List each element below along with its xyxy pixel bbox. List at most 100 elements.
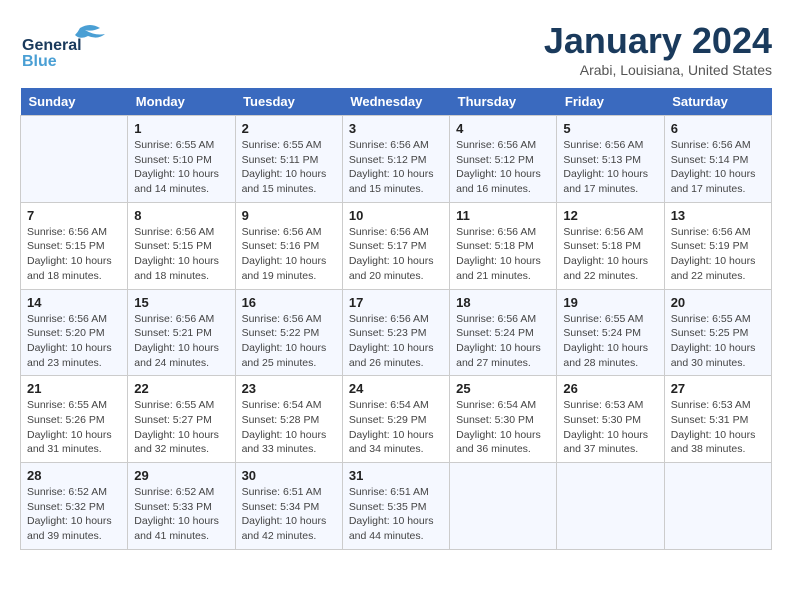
day-info: Sunrise: 6:56 AMSunset: 5:17 PMDaylight:…: [349, 225, 443, 284]
day-cell: 2 Sunrise: 6:55 AMSunset: 5:11 PMDaylight…: [235, 116, 342, 203]
day-info: Sunrise: 6:56 AMSunset: 5:24 PMDaylight:…: [456, 312, 550, 371]
day-cell: 1 Sunrise: 6:55 AMSunset: 5:10 PMDaylight…: [128, 116, 235, 203]
calendar-table: SundayMondayTuesdayWednesdayThursdayFrid…: [20, 88, 772, 550]
day-cell: 14 Sunrise: 6:56 AMSunset: 5:20 PMDayligh…: [21, 289, 128, 376]
day-number: 20: [671, 295, 765, 310]
day-cell: 22Sunrise: 6:55 AMSunset: 5:27 PMDayligh…: [128, 376, 235, 463]
day-cell: 17 Sunrise: 6:56 AMSunset: 5:23 PMDayligh…: [342, 289, 449, 376]
day-number: 2: [242, 121, 336, 136]
header-sunday: Sunday: [21, 88, 128, 116]
week-row-2: 14 Sunrise: 6:56 AMSunset: 5:20 PMDayligh…: [21, 289, 772, 376]
header: General Blue January 2024 Arabi, Louisia…: [20, 20, 772, 78]
header-saturday: Saturday: [664, 88, 771, 116]
day-number: 9: [242, 208, 336, 223]
day-cell: 5 Sunrise: 6:56 AMSunset: 5:13 PMDaylight…: [557, 116, 664, 203]
day-number: 7: [27, 208, 121, 223]
day-cell: 6Sunrise: 6:56 AMSunset: 5:14 PMDaylight…: [664, 116, 771, 203]
day-cell: 11 Sunrise: 6:56 AMSunset: 5:18 PMDayligh…: [450, 202, 557, 289]
day-cell: 4 Sunrise: 6:56 AMSunset: 5:12 PMDaylight…: [450, 116, 557, 203]
day-number: 26: [563, 381, 657, 396]
day-info: Sunrise: 6:56 AMSunset: 5:21 PMDaylight:…: [134, 312, 228, 371]
day-cell: 20 Sunrise: 6:55 AMSunset: 5:25 PMDayligh…: [664, 289, 771, 376]
day-cell: 15 Sunrise: 6:56 AMSunset: 5:21 PMDayligh…: [128, 289, 235, 376]
day-number: 11: [456, 208, 550, 223]
day-number: 24: [349, 381, 443, 396]
day-info: Sunrise: 6:55 AMSunset: 5:26 PMDaylight:…: [27, 398, 121, 457]
day-cell: 9Sunrise: 6:56 AMSunset: 5:16 PMDaylight…: [235, 202, 342, 289]
day-number: 8: [134, 208, 228, 223]
day-number: 15: [134, 295, 228, 310]
svg-text:General: General: [22, 37, 82, 54]
day-cell: 31 Sunrise: 6:51 AMSunset: 5:35 PMDayligh…: [342, 463, 449, 550]
header-friday: Friday: [557, 88, 664, 116]
day-cell: 16Sunrise: 6:56 AMSunset: 5:22 PMDayligh…: [235, 289, 342, 376]
week-row-4: 28 Sunrise: 6:52 AMSunset: 5:32 PMDayligh…: [21, 463, 772, 550]
day-info: Sunrise: 6:55 AMSunset: 5:25 PMDaylight:…: [671, 312, 765, 371]
day-cell: 3Sunrise: 6:56 AMSunset: 5:12 PMDaylight…: [342, 116, 449, 203]
day-number: 10: [349, 208, 443, 223]
day-cell: [557, 463, 664, 550]
day-number: 18: [456, 295, 550, 310]
day-info: Sunrise: 6:52 AMSunset: 5:33 PMDaylight:…: [134, 485, 228, 544]
day-info: Sunrise: 6:56 AMSunset: 5:15 PMDaylight:…: [27, 225, 121, 284]
title-section: January 2024 Arabi, Louisiana, United St…: [544, 20, 772, 78]
logo-svg: General Blue: [20, 20, 120, 70]
header-wednesday: Wednesday: [342, 88, 449, 116]
day-number: 1: [134, 121, 228, 136]
day-number: 31: [349, 468, 443, 483]
day-number: 14: [27, 295, 121, 310]
day-number: 12: [563, 208, 657, 223]
day-info: Sunrise: 6:53 AMSunset: 5:30 PMDaylight:…: [563, 398, 657, 457]
day-cell: 25 Sunrise: 6:54 AMSunset: 5:30 PMDayligh…: [450, 376, 557, 463]
day-number: 5: [563, 121, 657, 136]
header-thursday: Thursday: [450, 88, 557, 116]
day-info: Sunrise: 6:56 AMSunset: 5:18 PMDaylight:…: [563, 225, 657, 284]
day-number: 23: [242, 381, 336, 396]
week-row-0: 1 Sunrise: 6:55 AMSunset: 5:10 PMDaylight…: [21, 116, 772, 203]
day-info: Sunrise: 6:55 AMSunset: 5:11 PMDaylight:…: [242, 138, 336, 197]
day-info: Sunrise: 6:56 AMSunset: 5:12 PMDaylight:…: [456, 138, 550, 197]
day-cell: [450, 463, 557, 550]
day-info: Sunrise: 6:55 AMSunset: 5:27 PMDaylight:…: [134, 398, 228, 457]
day-info: Sunrise: 6:56 AMSunset: 5:20 PMDaylight:…: [27, 312, 121, 371]
day-number: 27: [671, 381, 765, 396]
day-cell: 19Sunrise: 6:55 AMSunset: 5:24 PMDayligh…: [557, 289, 664, 376]
day-cell: 7 Sunrise: 6:56 AMSunset: 5:15 PMDaylight…: [21, 202, 128, 289]
day-info: Sunrise: 6:56 AMSunset: 5:23 PMDaylight:…: [349, 312, 443, 371]
day-cell: 8 Sunrise: 6:56 AMSunset: 5:15 PMDaylight…: [128, 202, 235, 289]
day-number: 21: [27, 381, 121, 396]
day-number: 13: [671, 208, 765, 223]
day-info: Sunrise: 6:56 AMSunset: 5:19 PMDaylight:…: [671, 225, 765, 284]
day-info: Sunrise: 6:56 AMSunset: 5:15 PMDaylight:…: [134, 225, 228, 284]
day-info: Sunrise: 6:56 AMSunset: 5:22 PMDaylight:…: [242, 312, 336, 371]
day-cell: 29Sunrise: 6:52 AMSunset: 5:33 PMDayligh…: [128, 463, 235, 550]
day-info: Sunrise: 6:54 AMSunset: 5:30 PMDaylight:…: [456, 398, 550, 457]
day-number: 19: [563, 295, 657, 310]
day-cell: [21, 116, 128, 203]
header-tuesday: Tuesday: [235, 88, 342, 116]
day-cell: 12 Sunrise: 6:56 AMSunset: 5:18 PMDayligh…: [557, 202, 664, 289]
day-info: Sunrise: 6:53 AMSunset: 5:31 PMDaylight:…: [671, 398, 765, 457]
week-row-3: 21 Sunrise: 6:55 AMSunset: 5:26 PMDayligh…: [21, 376, 772, 463]
day-info: Sunrise: 6:55 AMSunset: 5:10 PMDaylight:…: [134, 138, 228, 197]
day-info: Sunrise: 6:56 AMSunset: 5:18 PMDaylight:…: [456, 225, 550, 284]
day-number: 4: [456, 121, 550, 136]
day-number: 25: [456, 381, 550, 396]
day-cell: 30 Sunrise: 6:51 AMSunset: 5:34 PMDayligh…: [235, 463, 342, 550]
day-cell: 13 Sunrise: 6:56 AMSunset: 5:19 PMDayligh…: [664, 202, 771, 289]
day-number: 28: [27, 468, 121, 483]
day-cell: 24Sunrise: 6:54 AMSunset: 5:29 PMDayligh…: [342, 376, 449, 463]
day-cell: 26 Sunrise: 6:53 AMSunset: 5:30 PMDayligh…: [557, 376, 664, 463]
day-info: Sunrise: 6:56 AMSunset: 5:14 PMDaylight:…: [671, 138, 765, 197]
day-number: 17: [349, 295, 443, 310]
day-info: Sunrise: 6:56 AMSunset: 5:13 PMDaylight:…: [563, 138, 657, 197]
location-subtitle: Arabi, Louisiana, United States: [544, 62, 772, 78]
day-number: 30: [242, 468, 336, 483]
day-info: Sunrise: 6:51 AMSunset: 5:35 PMDaylight:…: [349, 485, 443, 544]
svg-text:Blue: Blue: [22, 53, 57, 70]
month-title: January 2024: [544, 20, 772, 62]
day-info: Sunrise: 6:51 AMSunset: 5:34 PMDaylight:…: [242, 485, 336, 544]
day-info: Sunrise: 6:52 AMSunset: 5:32 PMDaylight:…: [27, 485, 121, 544]
header-row: SundayMondayTuesdayWednesdayThursdayFrid…: [21, 88, 772, 116]
logo: General Blue: [20, 20, 120, 70]
